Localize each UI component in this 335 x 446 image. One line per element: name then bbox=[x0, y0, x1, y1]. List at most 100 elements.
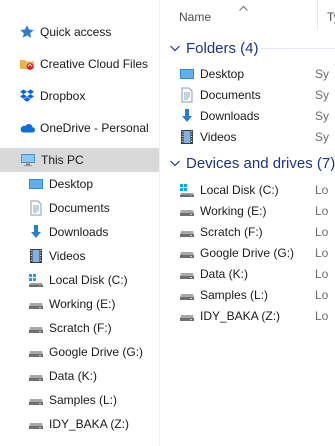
creative-cloud-icon bbox=[19, 56, 35, 72]
drive-icon bbox=[28, 296, 44, 312]
list-item-samples-l[interactable]: Samples (L:) Lo bbox=[179, 284, 335, 305]
drive-icon bbox=[28, 344, 44, 360]
onedrive-icon bbox=[19, 120, 35, 136]
nav-item-label: Data (K:) bbox=[49, 369, 98, 383]
list-item-data-k[interactable]: Data (K:) Lo bbox=[179, 263, 335, 284]
desktop-icon bbox=[179, 66, 195, 82]
desktop-icon bbox=[28, 176, 44, 192]
column-header-bar: Name Ty bbox=[163, 0, 335, 30]
item-name: Working (E:) bbox=[200, 203, 267, 218]
nav-item-desktop[interactable]: Desktop bbox=[0, 172, 159, 196]
column-header-type[interactable]: Ty bbox=[327, 10, 335, 24]
star-icon bbox=[19, 24, 35, 40]
windows-drive-icon bbox=[28, 272, 44, 288]
nav-item-label: Videos bbox=[49, 249, 86, 263]
item-type: Lo bbox=[315, 308, 329, 323]
nav-item-label: Desktop bbox=[49, 177, 94, 191]
nav-item-videos[interactable]: Videos bbox=[0, 244, 159, 268]
list-item-desktop[interactable]: Desktop Sy bbox=[179, 63, 335, 84]
nav-item-onedrive[interactable]: OneDrive - Personal bbox=[0, 116, 159, 140]
nav-item-label: Samples (L:) bbox=[49, 393, 118, 407]
sort-ascending-icon bbox=[239, 0, 248, 14]
column-resize-handle[interactable] bbox=[317, 0, 318, 30]
list-item-idy-baka-z[interactable]: IDY_BAKA (Z:) Lo bbox=[179, 305, 335, 326]
item-name: IDY_BAKA (Z:) bbox=[200, 308, 281, 323]
documents-icon bbox=[28, 200, 44, 216]
nav-item-idy-baka-z[interactable]: IDY_BAKA (Z:) bbox=[0, 412, 159, 436]
list-item-google-drive-g[interactable]: Google Drive (G:) Lo bbox=[179, 242, 335, 263]
item-type: Sy bbox=[315, 66, 330, 81]
downloads-icon bbox=[28, 224, 44, 240]
item-type: Lo bbox=[315, 287, 329, 302]
drive-icon bbox=[179, 287, 195, 303]
item-name: Documents bbox=[200, 87, 261, 102]
item-name: Samples (L:) bbox=[200, 287, 269, 302]
drive-icon bbox=[28, 392, 44, 408]
item-type: Lo bbox=[315, 245, 329, 260]
nav-item-label: Quick access bbox=[40, 25, 112, 39]
nav-item-label: Google Drive (G:) bbox=[49, 345, 144, 359]
item-name: Videos bbox=[200, 129, 237, 144]
drive-icon bbox=[28, 416, 44, 432]
nav-item-label: OneDrive - Personal bbox=[40, 121, 149, 135]
downloads-icon bbox=[179, 108, 195, 124]
list-item-scratch-f[interactable]: Scratch (F:) Lo bbox=[179, 221, 335, 242]
item-name: Downloads bbox=[200, 108, 260, 123]
nav-item-local-disk-c[interactable]: Local Disk (C:) bbox=[0, 268, 159, 292]
drive-icon bbox=[179, 203, 195, 219]
item-type: Sy bbox=[315, 108, 330, 123]
nav-item-scratch-f[interactable]: Scratch (F:) bbox=[0, 316, 159, 340]
group-title: Folders (4) bbox=[186, 39, 259, 57]
nav-item-data-k[interactable]: Data (K:) bbox=[0, 364, 159, 388]
item-name: Data (K:) bbox=[200, 266, 249, 281]
nav-item-label: Local Disk (C:) bbox=[49, 273, 128, 287]
navigation-pane: Quick access Creative Cloud Files Dropbo… bbox=[0, 0, 159, 446]
group-divider bbox=[261, 48, 335, 49]
nav-item-label: Dropbox bbox=[40, 89, 86, 103]
computer-icon bbox=[20, 152, 36, 168]
content-pane: Name Ty Folders (4) Desktop Sy Documents… bbox=[163, 0, 335, 446]
drive-icon bbox=[179, 266, 195, 282]
drive-icon bbox=[28, 320, 44, 336]
column-header-name[interactable]: Name bbox=[179, 10, 211, 24]
chevron-down-icon bbox=[169, 42, 181, 54]
nav-item-working-e[interactable]: Working (E:) bbox=[0, 292, 159, 316]
nav-item-label: This PC bbox=[41, 153, 84, 167]
videos-icon bbox=[28, 248, 44, 264]
item-type: Sy bbox=[315, 87, 330, 102]
item-name: Google Drive (G:) bbox=[200, 245, 295, 260]
list-item-documents[interactable]: Documents Sy bbox=[179, 84, 335, 105]
list-item-videos[interactable]: Videos Sy bbox=[179, 126, 335, 147]
pane-divider[interactable] bbox=[159, 0, 160, 446]
nav-item-label: Working (E:) bbox=[49, 297, 116, 311]
videos-icon bbox=[179, 129, 195, 145]
drive-icon bbox=[179, 308, 195, 324]
list-item-working-e[interactable]: Working (E:) Lo bbox=[179, 200, 335, 221]
item-type: Sy bbox=[315, 129, 330, 144]
drive-icon bbox=[179, 245, 195, 261]
nav-item-label: Documents bbox=[49, 201, 110, 215]
nav-item-label: Creative Cloud Files bbox=[40, 57, 149, 71]
item-type: Lo bbox=[315, 266, 329, 281]
nav-item-label: Scratch (F:) bbox=[49, 321, 112, 335]
nav-item-samples-l[interactable]: Samples (L:) bbox=[0, 388, 159, 412]
documents-icon bbox=[179, 87, 195, 103]
nav-item-downloads[interactable]: Downloads bbox=[0, 220, 159, 244]
list-item-downloads[interactable]: Downloads Sy bbox=[179, 105, 335, 126]
nav-item-google-drive-g[interactable]: Google Drive (G:) bbox=[0, 340, 159, 364]
nav-item-dropbox[interactable]: Dropbox bbox=[0, 84, 159, 108]
nav-item-label: IDY_BAKA (Z:) bbox=[49, 417, 130, 431]
drive-icon bbox=[28, 368, 44, 384]
nav-item-this-pc[interactable]: This PC bbox=[0, 148, 159, 172]
nav-item-documents[interactable]: Documents bbox=[0, 196, 159, 220]
item-name: Scratch (F:) bbox=[200, 224, 263, 239]
chevron-down-icon bbox=[169, 157, 181, 169]
item-type: Lo bbox=[315, 203, 329, 218]
nav-item-quick-access[interactable]: Quick access bbox=[0, 20, 159, 44]
item-name: Desktop bbox=[200, 66, 245, 81]
item-type: Lo bbox=[315, 224, 329, 239]
group-header-devices-and-drives[interactable]: Devices and drives (7) bbox=[169, 152, 335, 174]
group-header-folders[interactable]: Folders (4) bbox=[169, 37, 259, 59]
list-item-local-disk-c[interactable]: Local Disk (C:) Lo bbox=[179, 179, 335, 200]
nav-item-creative-cloud[interactable]: Creative Cloud Files bbox=[0, 52, 159, 76]
